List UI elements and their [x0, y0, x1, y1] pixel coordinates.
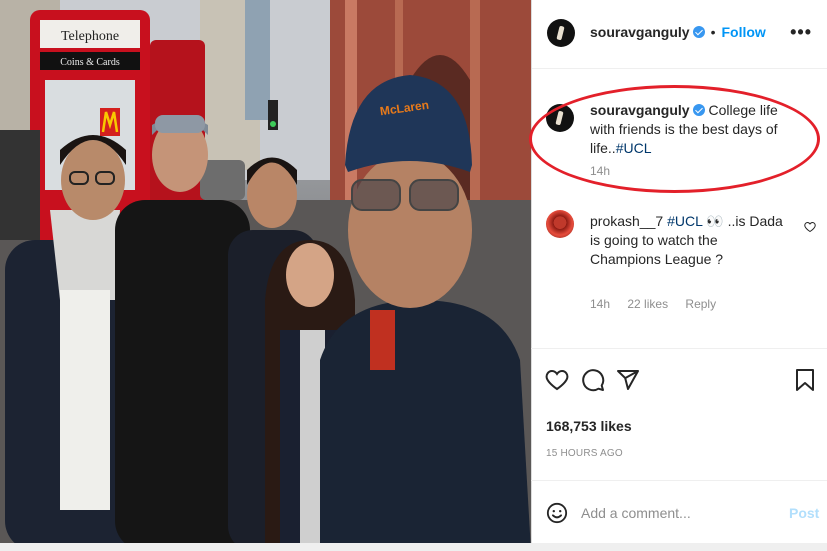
comment-likes[interactable]: 22 likes	[627, 297, 668, 311]
comment-like-icon[interactable]	[804, 221, 816, 233]
booth-sub-sign: Coins & Cards	[60, 57, 120, 68]
comment: prokash__7 #UCL 👀 ..is Dada is going to …	[590, 212, 790, 269]
comment-bar-divider	[531, 480, 827, 481]
caption-username[interactable]: souravganguly	[590, 102, 690, 118]
post-photo: Telephone Coins & Cards McLaren	[0, 0, 531, 551]
bookmark-icon[interactable]	[794, 368, 816, 392]
commenter-username[interactable]: prokash__7	[590, 213, 663, 229]
caption-time: 14h	[590, 164, 611, 178]
separator-dot: •	[710, 24, 716, 40]
follow-button[interactable]: Follow	[722, 24, 766, 40]
caption: souravganguly College life with friends …	[590, 101, 790, 158]
bottom-border	[0, 543, 827, 551]
share-icon[interactable]	[616, 368, 640, 392]
photo-illustration: Telephone Coins & Cards McLaren	[0, 0, 531, 551]
comment-emoji: 👀	[706, 213, 724, 229]
post-side-panel: souravganguly • Follow •••	[531, 0, 827, 551]
more-icon[interactable]: •••	[790, 22, 812, 43]
actions-divider	[531, 348, 827, 349]
posted-time: 15 HOURS AGO	[546, 448, 623, 459]
author-avatar[interactable]	[547, 19, 575, 47]
heart-icon[interactable]	[545, 368, 569, 392]
likes-count[interactable]: 168,753 likes	[546, 418, 632, 434]
post-header: souravganguly • Follow •••	[532, 0, 827, 69]
author-line: souravganguly • Follow	[590, 24, 766, 42]
caption-hashtag[interactable]: #UCL	[616, 140, 652, 156]
caption-avatar[interactable]	[546, 104, 574, 132]
post-comment-button[interactable]: Post	[789, 505, 819, 521]
add-comment-input[interactable]: Add a comment...	[581, 505, 691, 521]
author-username[interactable]: souravganguly	[590, 24, 690, 40]
verified-icon	[692, 26, 705, 38]
commenter-avatar[interactable]	[546, 210, 574, 238]
comment-hashtag[interactable]: #UCL	[667, 213, 702, 229]
comment-time: 14h	[590, 297, 611, 311]
booth-sign: Telephone	[61, 29, 119, 44]
emoji-icon[interactable]	[546, 502, 568, 524]
reply-button[interactable]: Reply	[685, 297, 716, 311]
comment-meta: 14h 22 likes Reply	[590, 297, 730, 311]
comment-icon[interactable]	[581, 368, 605, 392]
verified-icon	[692, 104, 705, 116]
